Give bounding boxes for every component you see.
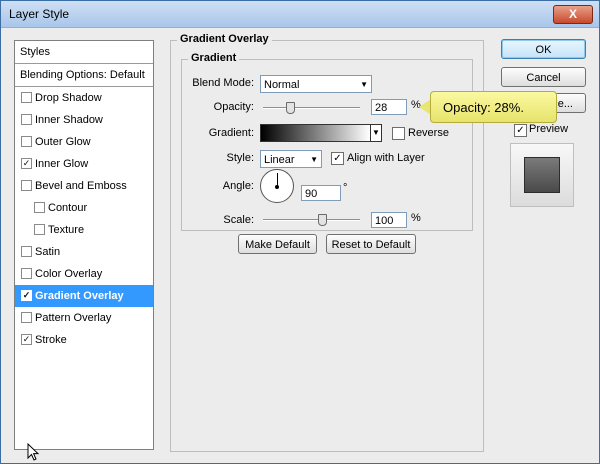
gradient-label: Gradient: xyxy=(208,127,254,139)
style-value: Linear xyxy=(264,154,295,166)
style-item-gradient-overlay[interactable]: ✓ Gradient Overlay xyxy=(15,285,153,307)
styles-header[interactable]: Styles xyxy=(15,41,153,64)
preview-swatch xyxy=(524,157,560,193)
style-item-checkbox[interactable] xyxy=(34,224,45,235)
title-bar[interactable]: Layer Style X xyxy=(1,1,599,28)
gradient-group: Gradient Blend Mode: Normal ▼ Opacity: 2… xyxy=(181,52,473,231)
blend-mode-value: Normal xyxy=(264,79,300,91)
opacity-slider-thumb[interactable] xyxy=(286,102,296,114)
scale-slider-track[interactable] xyxy=(263,219,360,221)
preview-thumbnail xyxy=(510,143,574,207)
style-item-checkbox[interactable]: ✓ xyxy=(21,158,32,169)
reverse-label: Reverse xyxy=(408,127,449,139)
style-item-bevel-and-emboss[interactable]: Bevel and Emboss xyxy=(15,175,153,197)
scale-unit: % xyxy=(411,212,421,224)
ok-button[interactable]: OK xyxy=(501,39,586,59)
style-item-inner-shadow[interactable]: Inner Shadow xyxy=(15,109,153,131)
style-item-checkbox[interactable] xyxy=(21,268,32,279)
style-item-label: Contour xyxy=(48,202,88,214)
mouse-cursor-icon xyxy=(27,443,40,461)
style-item-checkbox[interactable] xyxy=(21,312,32,323)
style-item-checkbox[interactable]: ✓ xyxy=(21,290,32,301)
scale-label: Scale: xyxy=(223,214,254,226)
style-items: Drop Shadow Inner Shadow Outer Glow ✓ Inner … xyxy=(15,87,153,351)
preview-label: Preview xyxy=(529,123,569,135)
style-item-label: Drop Shadow xyxy=(35,92,102,104)
make-default-button[interactable]: Make Default xyxy=(238,234,317,254)
layer-style-window: Layer Style X Styles Blending Options: D… xyxy=(0,0,600,464)
style-item-outer-glow[interactable]: Outer Glow xyxy=(15,131,153,153)
opacity-slider-track[interactable] xyxy=(263,107,360,109)
angle-dial[interactable] xyxy=(260,169,294,203)
cancel-button[interactable]: Cancel xyxy=(501,67,586,87)
reverse-checkbox[interactable] xyxy=(392,127,405,140)
angle-center-dot xyxy=(275,185,279,189)
style-item-satin[interactable]: Satin xyxy=(15,241,153,263)
style-label: Style: xyxy=(226,152,254,164)
style-item-checkbox[interactable] xyxy=(21,246,32,257)
close-button[interactable]: X xyxy=(553,5,593,24)
style-item-texture[interactable]: Texture xyxy=(15,219,153,241)
style-item-label: Inner Glow xyxy=(35,158,89,170)
style-item-checkbox[interactable] xyxy=(21,180,32,191)
blend-mode-select[interactable]: Normal ▼ xyxy=(260,75,372,93)
opacity-input[interactable]: 28 xyxy=(371,99,407,115)
align-with-layer-label: Align with Layer xyxy=(347,152,425,164)
style-item-inner-glow[interactable]: ✓ Inner Glow xyxy=(15,153,153,175)
style-item-label: Gradient Overlay xyxy=(35,290,124,302)
align-with-layer-checkbox[interactable]: ✓ xyxy=(331,152,344,165)
scale-input[interactable]: 100 xyxy=(371,212,407,228)
style-item-checkbox[interactable] xyxy=(21,114,32,125)
gradient-swatch[interactable] xyxy=(260,124,371,142)
gradient-dropdown-icon[interactable]: ▼ xyxy=(370,124,382,142)
style-item-label: Pattern Overlay xyxy=(35,312,112,324)
angle-input[interactable]: 90 xyxy=(301,185,341,201)
preview-checkbox[interactable]: ✓ xyxy=(514,124,527,137)
style-item-color-overlay[interactable]: Color Overlay xyxy=(15,263,153,285)
style-item-stroke[interactable]: ✓ Stroke xyxy=(15,329,153,351)
style-item-label: Satin xyxy=(35,246,61,258)
window-title: Layer Style xyxy=(9,7,70,21)
blending-options-item[interactable]: Blending Options: Default xyxy=(15,64,153,87)
scale-slider-thumb[interactable] xyxy=(317,214,327,226)
angle-unit: ° xyxy=(343,182,348,194)
style-item-checkbox[interactable]: ✓ xyxy=(21,334,32,345)
style-item-pattern-overlay[interactable]: Pattern Overlay xyxy=(15,307,153,329)
style-item-label: Texture xyxy=(48,224,85,236)
style-item-label: Inner Shadow xyxy=(35,114,103,126)
blend-mode-label: Blend Mode: xyxy=(192,77,254,89)
chevron-down-icon: ▼ xyxy=(360,80,368,89)
style-item-label: Bevel and Emboss xyxy=(35,180,127,192)
style-item-label: Color Overlay xyxy=(35,268,103,280)
style-select[interactable]: Linear ▼ xyxy=(260,150,322,168)
style-item-checkbox[interactable] xyxy=(21,136,32,147)
chevron-down-icon: ▼ xyxy=(310,155,318,164)
reset-to-default-button[interactable]: Reset to Default xyxy=(326,234,416,254)
styles-list: Styles Blending Options: Default Drop Sh… xyxy=(14,40,154,450)
style-item-contour[interactable]: Contour xyxy=(15,197,153,219)
opacity-tooltip: Opacity: 28%. xyxy=(430,91,557,123)
opacity-label: Opacity: xyxy=(213,101,254,113)
group-title: Gradient xyxy=(188,52,240,64)
angle-label: Angle: xyxy=(222,180,254,192)
style-item-checkbox[interactable] xyxy=(21,92,32,103)
style-item-label: Outer Glow xyxy=(35,136,91,148)
section-title: Gradient Overlay xyxy=(177,33,272,45)
style-item-checkbox[interactable] xyxy=(34,202,45,213)
style-item-label: Stroke xyxy=(35,334,67,346)
style-item-drop-shadow[interactable]: Drop Shadow xyxy=(15,87,153,109)
